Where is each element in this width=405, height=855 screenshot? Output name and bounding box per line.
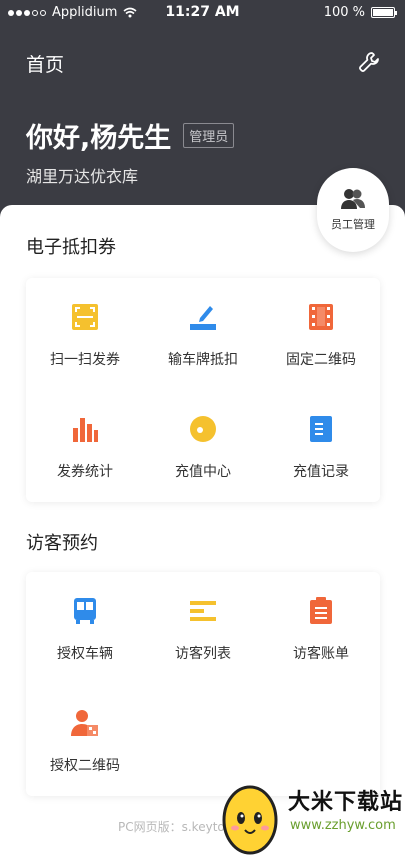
wrench-icon[interactable]	[357, 50, 381, 74]
list-icon	[185, 593, 221, 629]
record-doc-icon	[303, 411, 339, 447]
scan-coupon-label: 扫一扫发券	[50, 352, 120, 368]
watermark-url: www.zzhyw.com	[290, 818, 396, 833]
visitor-bill-label: 访客账单	[293, 646, 349, 662]
staff-icon	[341, 189, 365, 209]
plate-deduct-item[interactable]: 输车牌抵扣	[144, 278, 262, 390]
fixed-qr-item[interactable]: 固定二维码	[262, 278, 380, 390]
battery-icon	[371, 7, 397, 18]
pc-web-link[interactable]: PC网页版：s.keytop	[118, 818, 232, 835]
recharge-record-item[interactable]: 充值记录	[262, 390, 380, 502]
greeting: 你好,杨先生 管理员	[26, 116, 235, 155]
edit-plate-icon	[185, 299, 221, 335]
coin-icon	[185, 411, 221, 447]
visitor-card: 授权车辆 访客列表 访客账单 授权二维码	[26, 572, 380, 796]
watermark: 大米下载站 www.zzhyw.com	[220, 778, 405, 855]
staff-management-label: 员工管理	[331, 218, 375, 231]
battery-percent: 100 %	[323, 5, 365, 20]
staff-management-button[interactable]: 员工管理	[317, 168, 389, 252]
store-name: 湖里万达优衣库	[26, 167, 139, 186]
coupon-section-title: 电子抵扣券	[26, 237, 116, 258]
visitor-list-label: 访客列表	[175, 646, 231, 662]
coupon-stats-label: 发券统计	[57, 464, 113, 480]
page-title: 首页	[26, 54, 65, 76]
recharge-record-label: 充值记录	[293, 464, 349, 480]
scan-coupon-item[interactable]: 扫一扫发券	[26, 278, 144, 390]
fixed-qr-label: 固定二维码	[286, 352, 356, 368]
greeting-text: 你好,杨先生	[26, 123, 172, 154]
scan-icon	[67, 299, 103, 335]
watermark-title: 大米下载站	[288, 790, 404, 815]
plate-deduct-label: 输车牌抵扣	[168, 352, 238, 368]
film-qr-icon	[303, 299, 339, 335]
coupon-card: 扫一扫发券 输车牌抵扣 固定二维码 发券统计 充值中心 充值记录	[26, 278, 380, 502]
authorized-qr-label: 授权二维码	[50, 758, 120, 774]
user-qr-icon	[67, 705, 103, 741]
visitor-section-title: 访客预约	[26, 533, 98, 554]
status-bar: Applidium 11:27 AM 100 %	[0, 0, 405, 26]
authorized-qr-item[interactable]: 授权二维码	[26, 684, 144, 796]
authorized-vehicle-item[interactable]: 授权车辆	[26, 572, 144, 684]
visitor-bill-item[interactable]: 访客账单	[262, 572, 380, 684]
bus-icon	[67, 593, 103, 629]
coupon-stats-item[interactable]: 发券统计	[26, 390, 144, 502]
bar-chart-icon	[67, 411, 103, 447]
recharge-center-label: 充值中心	[175, 464, 231, 480]
egg-mascot-icon	[222, 785, 278, 855]
visitor-list-item[interactable]: 访客列表	[144, 572, 262, 684]
recharge-center-item[interactable]: 充值中心	[144, 390, 262, 502]
clipboard-icon	[303, 593, 339, 629]
authorized-vehicle-label: 授权车辆	[57, 646, 113, 662]
role-badge: 管理员	[183, 123, 235, 148]
